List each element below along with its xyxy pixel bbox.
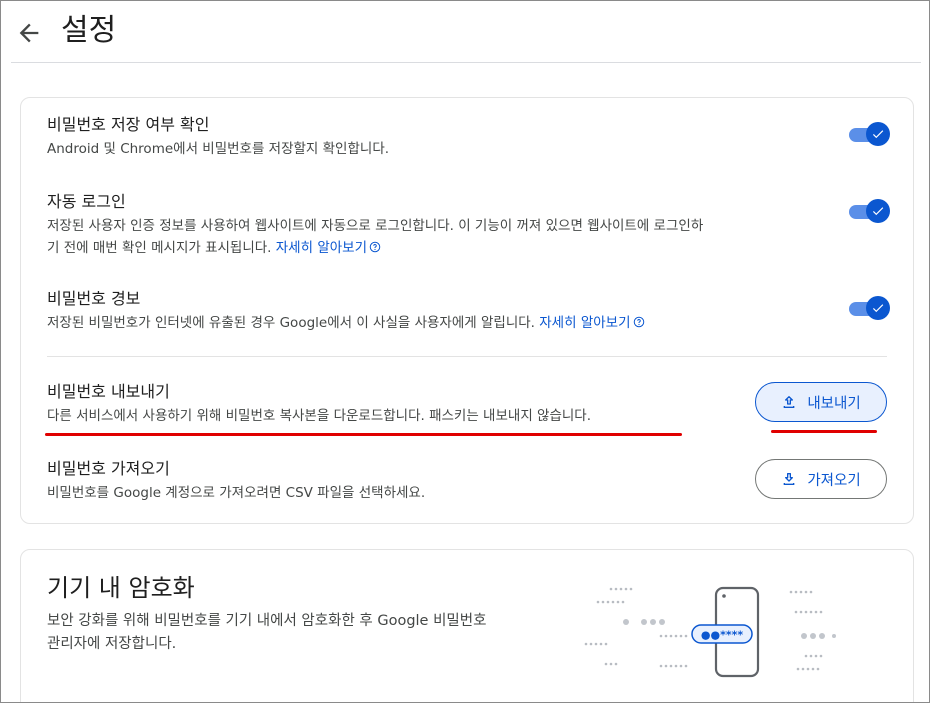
encryption-title: 기기 내 암호화 [47, 574, 195, 602]
toggle-knob [866, 122, 890, 146]
save-check-toggle[interactable] [849, 121, 890, 147]
setting-description: 저장된 사용자 인증 정보를 사용하여 웹사이트에 자동으로 로그인합니다. 이… [47, 215, 837, 259]
description-line: 저장된 사용자 인증 정보를 사용하여 웹사이트에 자동으로 로그인합니다. 이… [47, 218, 704, 234]
check-icon [872, 207, 884, 216]
export-button-label: 내보내기 [807, 395, 861, 412]
setting-title: 비밀번호 저장 여부 확인 [47, 115, 210, 134]
learn-more-link[interactable]: 자세히 알아보기 [539, 315, 644, 331]
header-divider [11, 62, 921, 63]
setting-save-check: 비밀번호 저장 여부 확인 Android 및 Chrome에서 비밀번호를 저… [47, 114, 887, 160]
page-title: 설정 [61, 13, 117, 48]
encryption-illustration: ●●**** [584, 586, 836, 678]
setting-description: Android 및 Chrome에서 비밀번호를 저장할지 확인합니다. [47, 141, 390, 157]
help-circle-icon [633, 316, 644, 328]
setting-title: 비밀번호 경보 [47, 289, 141, 308]
import-button-label: 가져오기 [807, 472, 861, 489]
check-icon [872, 304, 884, 313]
learn-more-link[interactable]: 자세히 알아보기 [276, 240, 381, 256]
download-icon [783, 473, 795, 485]
upload-icon [783, 396, 795, 408]
description-line: 보안 강화를 위해 비밀번호를 기기 내에서 암호화한 후 Google 비밀번… [47, 613, 487, 629]
annotation-underline [45, 433, 682, 436]
arrow-left-icon [19, 23, 39, 43]
password-settings-card: 비밀번호 저장 여부 확인 Android 및 Chrome에서 비밀번호를 저… [20, 97, 914, 524]
help-circle-icon [369, 241, 381, 253]
header: 설정 [1, 1, 929, 63]
toggle-knob [866, 199, 890, 223]
import-button[interactable]: 가져오기 [755, 459, 887, 499]
on-device-encryption-card: 기기 내 암호화 보안 강화를 위해 비밀번호를 기기 내에서 암호화한 후 G… [20, 549, 914, 702]
password-alert-toggle[interactable] [849, 295, 890, 321]
description-line: 관리자에 저장합니다. [47, 636, 177, 652]
section-divider [47, 356, 887, 357]
annotation-underline [771, 430, 877, 433]
setting-password-alert: 비밀번호 경보 저장된 비밀번호가 인터넷에 유출된 경우 Google에서 이… [47, 288, 887, 334]
settings-window: 설정 비밀번호 저장 여부 확인 Android 및 Chrome에서 비밀번호… [0, 0, 930, 703]
check-icon [872, 130, 884, 139]
setting-description: 저장된 비밀번호가 인터넷에 유출된 경우 Google에서 이 사실을 사용자… [47, 312, 887, 334]
description-line: 기 전에 매번 확인 메시지가 표시됩니다. [47, 240, 272, 256]
back-button[interactable] [15, 19, 43, 47]
encryption-description: 보안 강화를 위해 비밀번호를 기기 내에서 암호화한 후 Google 비밀번… [47, 610, 537, 656]
description-text: 저장된 비밀번호가 인터넷에 유출된 경우 Google에서 이 사실을 사용자… [47, 315, 535, 331]
toggle-knob [866, 296, 890, 320]
masked-password-text: ●●**** [701, 629, 743, 642]
setting-auto-login: 자동 로그인 저장된 사용자 인증 정보를 사용하여 웹사이트에 자동으로 로그… [47, 191, 887, 259]
setting-title: 자동 로그인 [47, 192, 126, 211]
auto-login-toggle[interactable] [849, 198, 890, 224]
export-button[interactable]: 내보내기 [755, 382, 887, 422]
